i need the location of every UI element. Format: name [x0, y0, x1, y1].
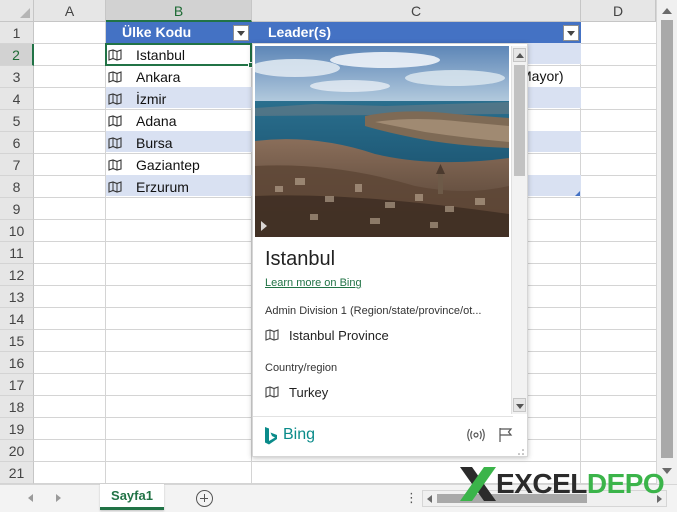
data-type-card: Istanbul Learn more on Bing Admin Divisi… [252, 43, 528, 457]
row-header[interactable]: 9 [0, 198, 34, 220]
geography-map-icon [108, 115, 122, 127]
field1-label: Admin Division 1 (Region/state/province/… [265, 305, 482, 317]
card-scroll-up[interactable] [513, 48, 526, 62]
column-header-b[interactable]: B [106, 0, 252, 22]
row-header[interactable]: 13 [0, 286, 34, 308]
column-header-d[interactable]: D [581, 0, 656, 22]
watermark-depo: DEPO [586, 468, 665, 499]
row-header[interactable]: 8 [0, 176, 34, 198]
row-header[interactable]: 6 [0, 132, 34, 154]
learn-more-link[interactable]: Learn more on Bing [265, 277, 362, 289]
row-header[interactable]: 18 [0, 396, 34, 418]
row-header[interactable]: 5 [0, 110, 34, 132]
row-header[interactable]: 19 [0, 418, 34, 440]
field2-value[interactable]: Turkey [289, 385, 328, 400]
scroll-up-arrow[interactable] [660, 4, 674, 18]
column-header-c[interactable]: C [252, 0, 581, 22]
vertical-scrollbar[interactable] [656, 0, 677, 484]
exceldepo-watermark: EXCELDEPO [458, 462, 668, 506]
table-row[interactable]: Bursa [106, 132, 252, 154]
geography-map-icon [108, 181, 122, 193]
add-sheet-icon[interactable] [196, 490, 213, 507]
city-name: İzmir [136, 91, 167, 107]
sheet-tab-sayfa1[interactable]: Sayfa1 [100, 484, 164, 510]
select-all-corner[interactable] [0, 0, 34, 22]
filter-dropdown-button[interactable] [563, 25, 579, 41]
row-header[interactable]: 14 [0, 308, 34, 330]
bing-brand[interactable]: Bing [283, 426, 315, 444]
city-name: Bursa [136, 135, 173, 151]
active-cell [105, 43, 252, 66]
geography-map-icon [108, 137, 122, 149]
geography-map-icon [108, 159, 122, 171]
istanbul-photo [255, 46, 509, 237]
row-header[interactable]: 20 [0, 440, 34, 462]
watermark-excel: EXCEL [496, 468, 587, 499]
geography-map-icon [108, 71, 122, 83]
table-row[interactable]: Ankara [106, 66, 252, 88]
row-header[interactable]: 3 [0, 66, 34, 88]
card-scroll-down[interactable] [513, 398, 526, 412]
flag-icon[interactable] [497, 427, 515, 443]
next-sheet-arrow[interactable] [56, 494, 61, 502]
table-row[interactable]: İzmir [106, 88, 252, 110]
geography-map-icon [265, 329, 279, 341]
row-header[interactable]: 12 [0, 264, 34, 286]
prev-sheet-arrow[interactable] [28, 494, 33, 502]
broadcast-icon[interactable] [467, 427, 485, 443]
filter-dropdown-button[interactable] [233, 25, 249, 41]
table-row[interactable]: Erzurum [106, 176, 252, 198]
table-resize-handle[interactable] [575, 191, 580, 196]
row-header[interactable]: 1 [0, 22, 34, 44]
row-header[interactable]: 7 [0, 154, 34, 176]
scroll-left-arrow[interactable] [427, 495, 432, 503]
field2-label: Country/region [265, 362, 338, 374]
x-logo-icon [460, 467, 496, 501]
field1-value[interactable]: Istanbul Province [289, 328, 389, 343]
row-header[interactable]: 2 [0, 44, 34, 66]
row-header[interactable]: 17 [0, 374, 34, 396]
bing-logo-icon [265, 427, 277, 445]
tab-split-handle[interactable]: ⋮ [405, 490, 418, 506]
table-header-ulke-kodu: Ülke Kodu [106, 22, 252, 43]
row-header[interactable]: 16 [0, 352, 34, 374]
row-header[interactable]: 15 [0, 330, 34, 352]
card-scrollbar[interactable] [511, 46, 527, 414]
geography-map-icon [108, 93, 122, 105]
card-resize-grip[interactable] [517, 448, 525, 456]
city-name: Erzurum [136, 179, 189, 195]
city-name: Adana [136, 113, 177, 129]
table-row[interactable]: Gaziantep [106, 154, 252, 176]
city-name: Ankara [136, 69, 181, 85]
row-header[interactable]: 11 [0, 242, 34, 264]
geography-map-icon [265, 386, 279, 398]
table-header-leaders: Leader(s) [252, 22, 581, 43]
row-header[interactable]: 21 [0, 462, 34, 484]
vertical-scroll-thumb[interactable] [661, 20, 673, 458]
city-name: Gaziantep [136, 157, 200, 173]
table-row[interactable]: Adana [106, 110, 252, 132]
row-header[interactable]: 4 [0, 88, 34, 110]
card-title: Istanbul [265, 248, 336, 270]
column-header-a[interactable]: A [34, 0, 106, 22]
row-header[interactable]: 10 [0, 220, 34, 242]
card-scroll-thumb[interactable] [514, 65, 525, 176]
